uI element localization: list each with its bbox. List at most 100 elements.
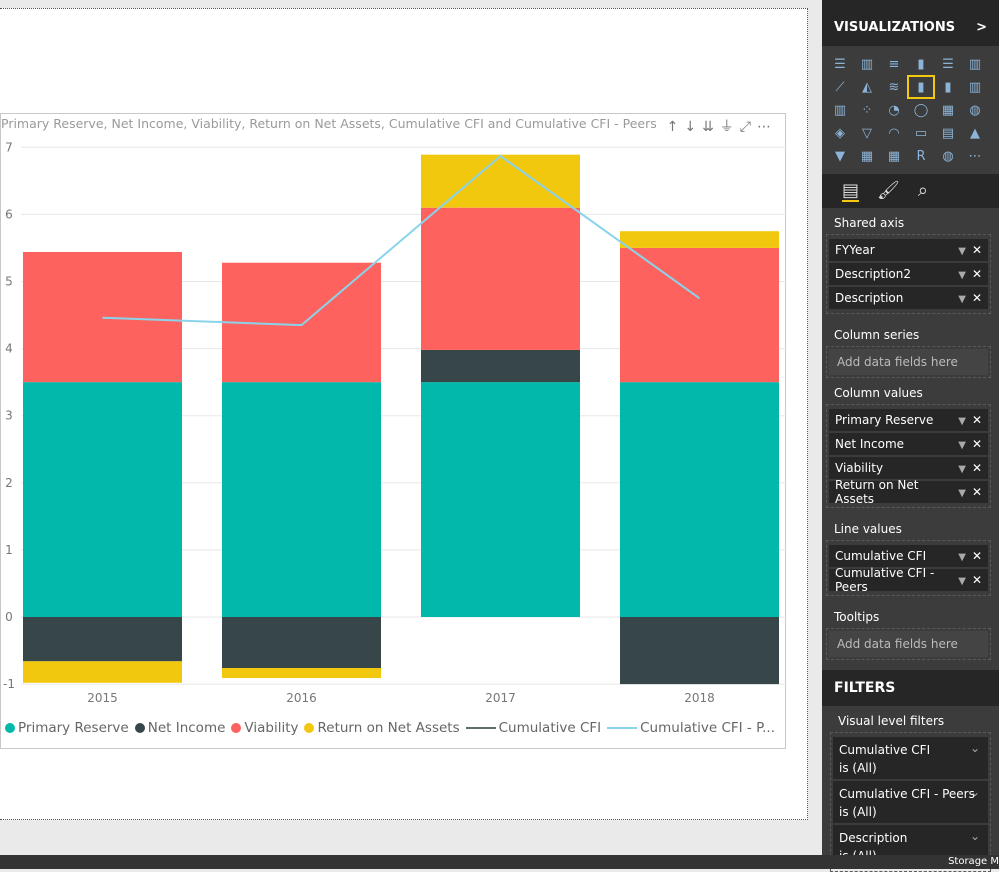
remove-field-icon[interactable]: ✕ (972, 573, 982, 587)
legend: Primary Reserve Net Income Viability Return… (5, 720, 775, 736)
chevron-down-icon[interactable]: ⌄ (970, 827, 980, 845)
donut-visual-icon[interactable]: ◯ (909, 100, 933, 120)
funnel-visual-icon[interactable]: ▽ (855, 123, 879, 143)
remove-field-icon[interactable]: ✕ (972, 243, 982, 257)
tooltips-label: Tooltips (834, 610, 880, 624)
field-pill[interactable]: Cumulative CFI - Peers ▼ ✕ (829, 566, 988, 594)
remove-field-icon[interactable]: ✕ (972, 549, 982, 563)
r-script-visual-icon[interactable]: R (909, 146, 933, 166)
card-visual-icon[interactable]: ▭ (909, 123, 933, 143)
field-name: Description (835, 291, 904, 305)
report-canvas: Primary Reserve, Net Income, Viability, … (0, 0, 822, 820)
legend-item[interactable]: Primary Reserve (5, 720, 129, 736)
pie-visual-icon[interactable]: ◔ (882, 100, 906, 120)
field-pill[interactable]: Return on Net Assets ▼ ✕ (829, 478, 988, 506)
slicer-visual-icon[interactable]: ▼ (828, 146, 852, 166)
legend-label: Viability (244, 720, 299, 736)
column-series-well[interactable]: Add data fields here (826, 346, 991, 378)
treemap-visual-icon[interactable]: ▦ (936, 100, 960, 120)
legend-marker-icon (134, 723, 145, 733)
filters-header: FILTERS (822, 670, 999, 706)
field-pill[interactable]: Cumulative CFI ▼ ✕ (829, 545, 988, 567)
legend-item[interactable]: Return on Net Assets (304, 720, 460, 736)
status-bar (0, 855, 999, 869)
format-paint-roller-icon[interactable]: 🖌 (877, 180, 900, 202)
legend-item[interactable]: Viability (231, 720, 298, 736)
100-column-visual-icon[interactable]: ▥ (963, 54, 987, 74)
legend-item[interactable]: Net Income (134, 720, 226, 736)
stacked-bar-visual-icon[interactable]: ☰ (828, 54, 852, 74)
filled-map-visual-icon[interactable]: ◈ (828, 123, 852, 143)
dropdown-icon[interactable]: ▼ (958, 488, 966, 499)
line-clustered-column-visual-icon[interactable]: ▮ (936, 77, 960, 97)
field-pill[interactable]: Description2 ▼ ✕ (829, 263, 988, 285)
y-tick-label: 4 (5, 342, 13, 356)
table-visual-icon[interactable]: ▦ (855, 146, 879, 166)
legend-label: Primary Reserve (18, 720, 129, 736)
dropdown-icon[interactable]: ▼ (958, 416, 966, 427)
gauge-visual-icon[interactable]: ◠ (882, 123, 906, 143)
legend-item[interactable]: Cumulative CFI - P... (607, 720, 775, 736)
waterfall-visual-icon[interactable]: ▥ (828, 100, 852, 120)
remove-field-icon[interactable]: ✕ (972, 437, 982, 451)
more-visual-icon[interactable]: ⋯ (963, 146, 987, 166)
dropdown-icon[interactable]: ▼ (958, 246, 966, 257)
ribbon-visual-icon[interactable]: ▥ (963, 77, 987, 97)
bar-segment (620, 382, 779, 617)
line-stacked-column-visual-icon[interactable]: ▮ (907, 75, 935, 99)
area-visual-icon[interactable]: ◭ (855, 77, 879, 97)
remove-field-icon[interactable]: ✕ (972, 461, 982, 475)
field-pill[interactable]: FYYear ▼ ✕ (829, 239, 988, 261)
fields-tab-icon[interactable]: ▤ (842, 180, 860, 202)
line-series (102, 154, 701, 327)
stacked-column-visual-icon[interactable]: ▥ (855, 54, 879, 74)
field-pill[interactable]: Primary Reserve ▼ ✕ (829, 409, 988, 431)
scatter-visual-icon[interactable]: ⁘ (855, 100, 879, 120)
chevron-down-icon[interactable]: ⌄ (970, 739, 980, 757)
analytics-magnifier-icon[interactable]: ⌕ (918, 180, 928, 202)
dropdown-icon[interactable]: ▼ (958, 294, 966, 305)
legend-item[interactable]: Cumulative CFI (465, 720, 601, 736)
bar-segment (421, 382, 580, 617)
multi-row-card-visual-icon[interactable]: ▤ (936, 123, 960, 143)
dropdown-icon[interactable]: ▼ (958, 552, 966, 563)
visualizations-header[interactable]: VISUALIZATIONS > (822, 0, 999, 46)
dropdown-icon[interactable]: ▼ (958, 576, 966, 587)
field-name: Primary Reserve (835, 413, 934, 427)
100-bar-visual-icon[interactable]: ☰ (936, 54, 960, 74)
filter-card[interactable]: Cumulative CFI - Peers is (All) ⌄ (833, 781, 988, 823)
collapse-chevron-icon[interactable]: > (976, 0, 987, 46)
y-tick-label: 6 (5, 207, 13, 221)
globe-visual-icon[interactable]: ◍ (936, 146, 960, 166)
combo-chart-visual[interactable]: Primary Reserve, Net Income, Viability, … (0, 113, 787, 749)
field-name: Viability (835, 461, 884, 475)
clustered-bar-visual-icon[interactable]: ≡ (882, 54, 906, 74)
dropdown-icon[interactable]: ▼ (958, 270, 966, 281)
stacked-area-visual-icon[interactable]: ≋ (882, 77, 906, 97)
dropdown-icon[interactable]: ▼ (958, 440, 966, 451)
tooltips-well[interactable]: Add data fields here (826, 628, 991, 660)
field-name: Net Income (835, 437, 905, 451)
map-visual-icon[interactable]: ◍ (963, 100, 987, 120)
y-tick-label: 2 (5, 476, 13, 490)
column-values-well[interactable]: Primary Reserve ▼ ✕ Net Income ▼ ✕ Viability ▼ ✕… (826, 404, 991, 508)
remove-field-icon[interactable]: ✕ (972, 267, 982, 281)
matrix-visual-icon[interactable]: ▦ (882, 146, 906, 166)
remove-field-icon[interactable]: ✕ (972, 485, 982, 499)
kpi-visual-icon[interactable]: ▲ (963, 123, 987, 143)
field-pill[interactable]: Description ▼ ✕ (829, 287, 988, 309)
field-pill[interactable]: Viability ▼ ✕ (829, 457, 988, 479)
line-visual-icon[interactable]: ⟋ (828, 77, 852, 97)
clustered-column-visual-icon[interactable]: ▮ (909, 54, 933, 74)
shared-axis-well[interactable]: FYYear ▼ ✕ Description2 ▼ ✕ Description ▼ ✕ (826, 234, 991, 314)
chevron-down-icon[interactable]: ⌄ (970, 783, 980, 801)
remove-field-icon[interactable]: ✕ (972, 291, 982, 305)
remove-field-icon[interactable]: ✕ (972, 413, 982, 427)
line-values-well[interactable]: Cumulative CFI ▼ ✕ Cumulative CFI - Peers ▼ ✕ (826, 540, 991, 596)
storage-mode-label: Storage M (948, 856, 999, 867)
visualization-gallery: ☰ ▥ ≡ ▮ ☰ ▥ ⟋ ◭ ≋ ▮ ▮ ▥ ▥ ⁘ ◔ ◯ ▦ ◍ ◈ ▽ ◠ ▭ ▤ ▲ ▼ ▦ ▦ R ◍ ⋯ (822, 46, 999, 174)
dropdown-icon[interactable]: ▼ (958, 464, 966, 475)
legend-label: Net Income (147, 720, 226, 736)
filter-card[interactable]: Cumulative CFI is (All) ⌄ (833, 737, 988, 779)
field-pill[interactable]: Net Income ▼ ✕ (829, 433, 988, 455)
